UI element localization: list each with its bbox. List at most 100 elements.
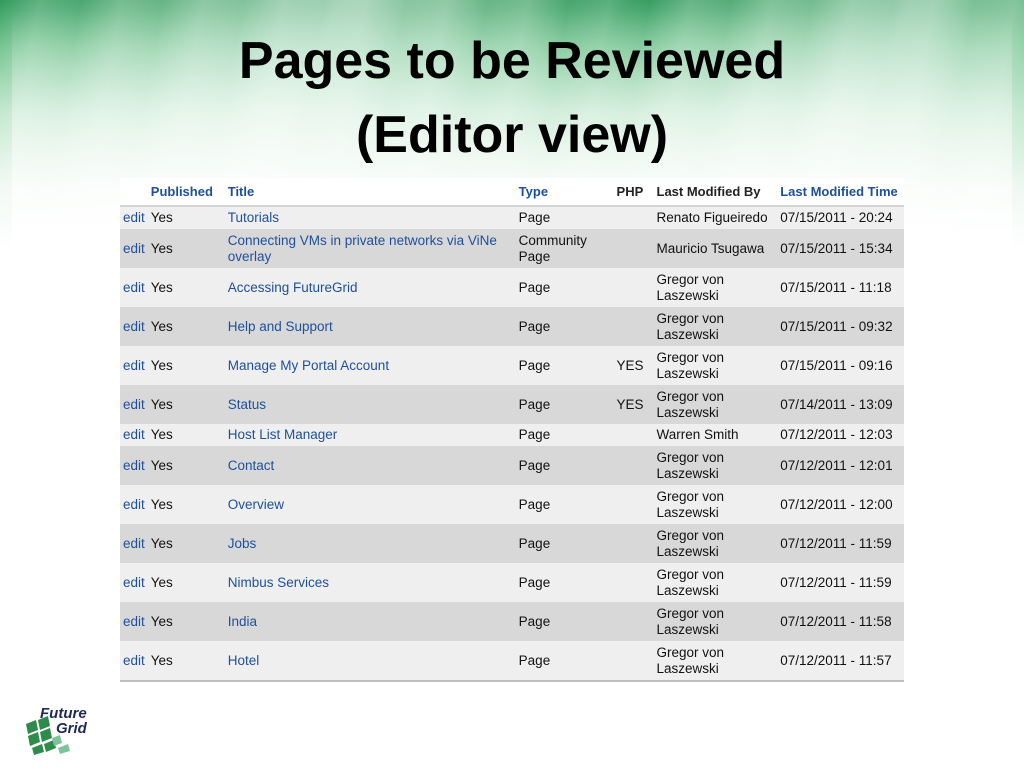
edit-link[interactable]: edit bbox=[120, 268, 148, 307]
modified-by-cell: Gregor von Laszewski bbox=[653, 641, 778, 682]
table-row: edit Yes Accessing FutureGrid Page Gregor vo… bbox=[120, 268, 904, 307]
modified-by-cell: Gregor von Laszewski bbox=[653, 602, 778, 641]
title-link[interactable]: Overview bbox=[224, 485, 516, 524]
modified-time-cell: 07/14/2011 - 13:09 bbox=[777, 385, 904, 424]
table-row: edit Yes Connecting VMs in private network… bbox=[120, 229, 904, 268]
title-link[interactable]: Accessing FutureGrid bbox=[224, 268, 516, 307]
title-link[interactable]: Jobs bbox=[224, 524, 516, 563]
edit-link[interactable]: edit bbox=[120, 446, 148, 485]
table-body: edit Yes Tutorials Page Renato Figueiredo 07/… bbox=[120, 206, 904, 682]
title-link[interactable]: Nimbus Services bbox=[224, 563, 516, 602]
type-cell: Page bbox=[515, 385, 614, 424]
modified-time-cell: 07/12/2011 - 12:00 bbox=[777, 485, 904, 524]
pages-table: Published Title Type PHP Last Modified B… bbox=[120, 178, 904, 682]
modified-time-cell: 07/15/2011 - 09:16 bbox=[777, 346, 904, 385]
modified-by-cell: Mauricio Tsugawa bbox=[653, 229, 778, 268]
column-header-title[interactable]: Title bbox=[224, 178, 516, 207]
modified-time-cell: 07/15/2011 - 11:18 bbox=[777, 268, 904, 307]
edit-link[interactable]: edit bbox=[120, 385, 148, 424]
table-row: edit Yes Overview Page Gregor von Laszewski 0… bbox=[120, 485, 904, 524]
column-header-modified-time[interactable]: Last Modified Time bbox=[777, 178, 904, 207]
modified-time-cell: 07/12/2011 - 11:57 bbox=[777, 641, 904, 682]
logo-text-line2: Grid bbox=[56, 720, 87, 737]
published-cell: Yes bbox=[147, 485, 225, 524]
php-cell: YES bbox=[613, 346, 654, 385]
column-header-type[interactable]: Type bbox=[515, 178, 614, 207]
edit-link[interactable]: edit bbox=[120, 485, 148, 524]
title-link[interactable]: Hotel bbox=[224, 641, 516, 682]
title-link[interactable]: Tutorials bbox=[224, 206, 516, 229]
edit-link[interactable]: edit bbox=[120, 602, 148, 641]
table-row: edit Yes Hotel Page Gregor von Laszewski 07/1… bbox=[120, 641, 904, 682]
table-header-row: Published Title Type PHP Last Modified B… bbox=[120, 178, 904, 207]
type-cell: Page bbox=[515, 424, 614, 446]
modified-by-cell: Gregor von Laszewski bbox=[653, 268, 778, 307]
published-cell: Yes bbox=[147, 206, 225, 229]
table-row: edit Yes Manage My Portal Account Page YES Gr… bbox=[120, 346, 904, 385]
published-cell: Yes bbox=[147, 385, 225, 424]
php-cell bbox=[613, 641, 654, 682]
title-link[interactable]: Manage My Portal Account bbox=[224, 346, 516, 385]
edit-link[interactable]: edit bbox=[120, 563, 148, 602]
edit-link[interactable]: edit bbox=[120, 424, 148, 446]
edit-link[interactable]: edit bbox=[120, 641, 148, 682]
published-cell: Yes bbox=[147, 524, 225, 563]
published-cell: Yes bbox=[147, 563, 225, 602]
modified-time-cell: 07/15/2011 - 09:32 bbox=[777, 307, 904, 346]
column-header-php: PHP bbox=[613, 178, 654, 207]
table-row: edit Yes Contact Page Gregor von Laszewski 07… bbox=[120, 446, 904, 485]
modified-by-cell: Gregor von Laszewski bbox=[653, 346, 778, 385]
edit-link[interactable]: edit bbox=[120, 346, 148, 385]
php-cell: YES bbox=[613, 385, 654, 424]
title-link[interactable]: Status bbox=[224, 385, 516, 424]
modified-time-cell: 07/15/2011 - 20:24 bbox=[777, 206, 904, 229]
title-link[interactable]: Contact bbox=[224, 446, 516, 485]
type-cell: Page bbox=[515, 485, 614, 524]
column-header-published[interactable]: Published bbox=[147, 178, 225, 207]
slide-title: Pages to be Reviewed (Editor view) bbox=[0, 24, 1024, 172]
modified-time-cell: 07/12/2011 - 11:58 bbox=[777, 602, 904, 641]
type-cell: Page bbox=[515, 268, 614, 307]
edit-link[interactable]: edit bbox=[120, 229, 148, 268]
php-cell bbox=[613, 485, 654, 524]
type-cell: Page bbox=[515, 307, 614, 346]
column-header-edit bbox=[120, 178, 148, 207]
php-cell bbox=[613, 424, 654, 446]
published-cell: Yes bbox=[147, 346, 225, 385]
modified-by-cell: Gregor von Laszewski bbox=[653, 485, 778, 524]
php-cell bbox=[613, 524, 654, 563]
edit-link[interactable]: edit bbox=[120, 206, 148, 229]
edit-link[interactable]: edit bbox=[120, 524, 148, 563]
published-cell: Yes bbox=[147, 424, 225, 446]
title-link[interactable]: Help and Support bbox=[224, 307, 516, 346]
title-link[interactable]: Host List Manager bbox=[224, 424, 516, 446]
slide-title-line2: (Editor view) bbox=[355, 106, 669, 164]
modified-by-cell: Warren Smith bbox=[653, 424, 778, 446]
pages-table-container: Published Title Type PHP Last Modified B… bbox=[120, 178, 904, 682]
edit-link[interactable]: edit bbox=[120, 307, 148, 346]
php-cell bbox=[613, 602, 654, 641]
type-cell: Page bbox=[515, 563, 614, 602]
table-row: edit Yes Status Page YES Gregor von Laszewski… bbox=[120, 385, 904, 424]
column-header-modified-by: Last Modified By bbox=[653, 178, 778, 207]
modified-time-cell: 07/12/2011 - 11:59 bbox=[777, 524, 904, 563]
title-link[interactable]: India bbox=[224, 602, 516, 641]
logo-wordmark: Future Grid bbox=[40, 706, 100, 736]
table-row: edit Yes Host List Manager Page Warren Smith… bbox=[120, 424, 904, 446]
published-cell: Yes bbox=[147, 641, 225, 682]
php-cell bbox=[613, 446, 654, 485]
modified-by-cell: Renato Figueiredo bbox=[653, 206, 778, 229]
type-cell: Community Page bbox=[515, 229, 614, 268]
published-cell: Yes bbox=[147, 446, 225, 485]
php-cell bbox=[613, 563, 654, 602]
modified-time-cell: 07/12/2011 - 11:59 bbox=[777, 563, 904, 602]
php-cell bbox=[613, 307, 654, 346]
php-cell bbox=[613, 268, 654, 307]
modified-time-cell: 07/12/2011 - 12:03 bbox=[777, 424, 904, 446]
modified-by-cell: Gregor von Laszewski bbox=[653, 385, 778, 424]
slide-title-line1: Pages to be Reviewed bbox=[238, 32, 786, 90]
title-link[interactable]: Connecting VMs in private networks via V… bbox=[224, 229, 516, 268]
type-cell: Page bbox=[515, 602, 614, 641]
table-row: edit Yes Nimbus Services Page Gregor von Las… bbox=[120, 563, 904, 602]
published-cell: Yes bbox=[147, 229, 225, 268]
